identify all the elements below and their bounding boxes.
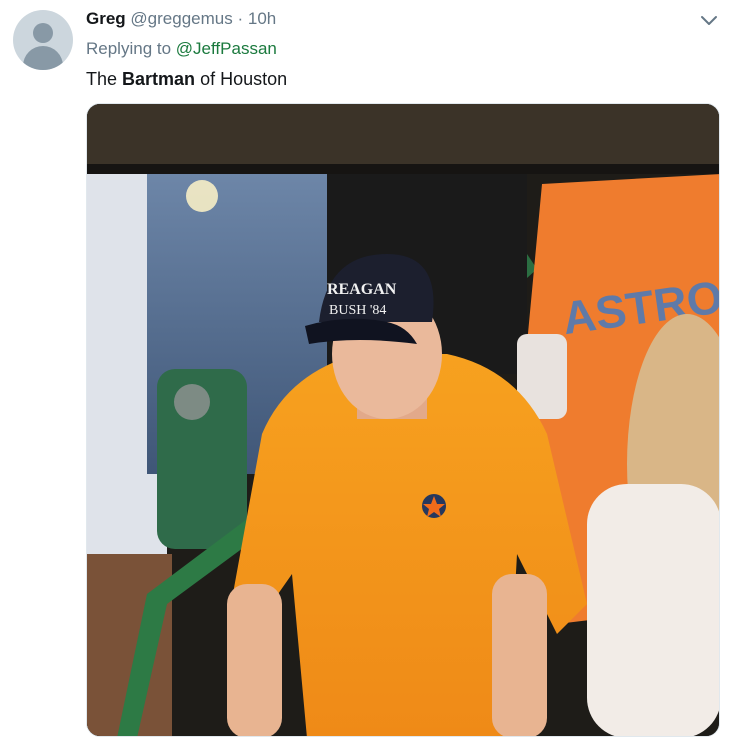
tweet-time[interactable]: 10h (248, 9, 276, 28)
avatar-body (23, 46, 63, 70)
reply-mention-link[interactable]: @JeffPassan (176, 39, 277, 58)
author-handle[interactable]: @greggemus (130, 9, 232, 28)
hat-text-line1: REAGAN (327, 281, 397, 298)
tweet-text-after: of Houston (195, 69, 288, 89)
tweet-header: Greg @greggemus · 10h (86, 9, 276, 29)
separator: · (237, 9, 244, 28)
avatar-head (33, 23, 53, 43)
tweet-text: The Bartman of Houston (86, 68, 287, 90)
author-name[interactable]: Greg (86, 9, 126, 28)
avatar[interactable] (13, 10, 73, 70)
replying-to: Replying to @JeffPassan (86, 39, 277, 59)
replying-prefix: Replying to (86, 39, 172, 58)
tweet-media-photo[interactable]: ASTROS REAGAN BUSH '84 (86, 103, 720, 737)
chevron-down-icon[interactable] (699, 12, 719, 30)
hat-text-line2: BUSH '84 (329, 303, 386, 318)
tweet-text-before: The (86, 69, 123, 89)
tweet-text-bold: Bartman (122, 69, 196, 89)
